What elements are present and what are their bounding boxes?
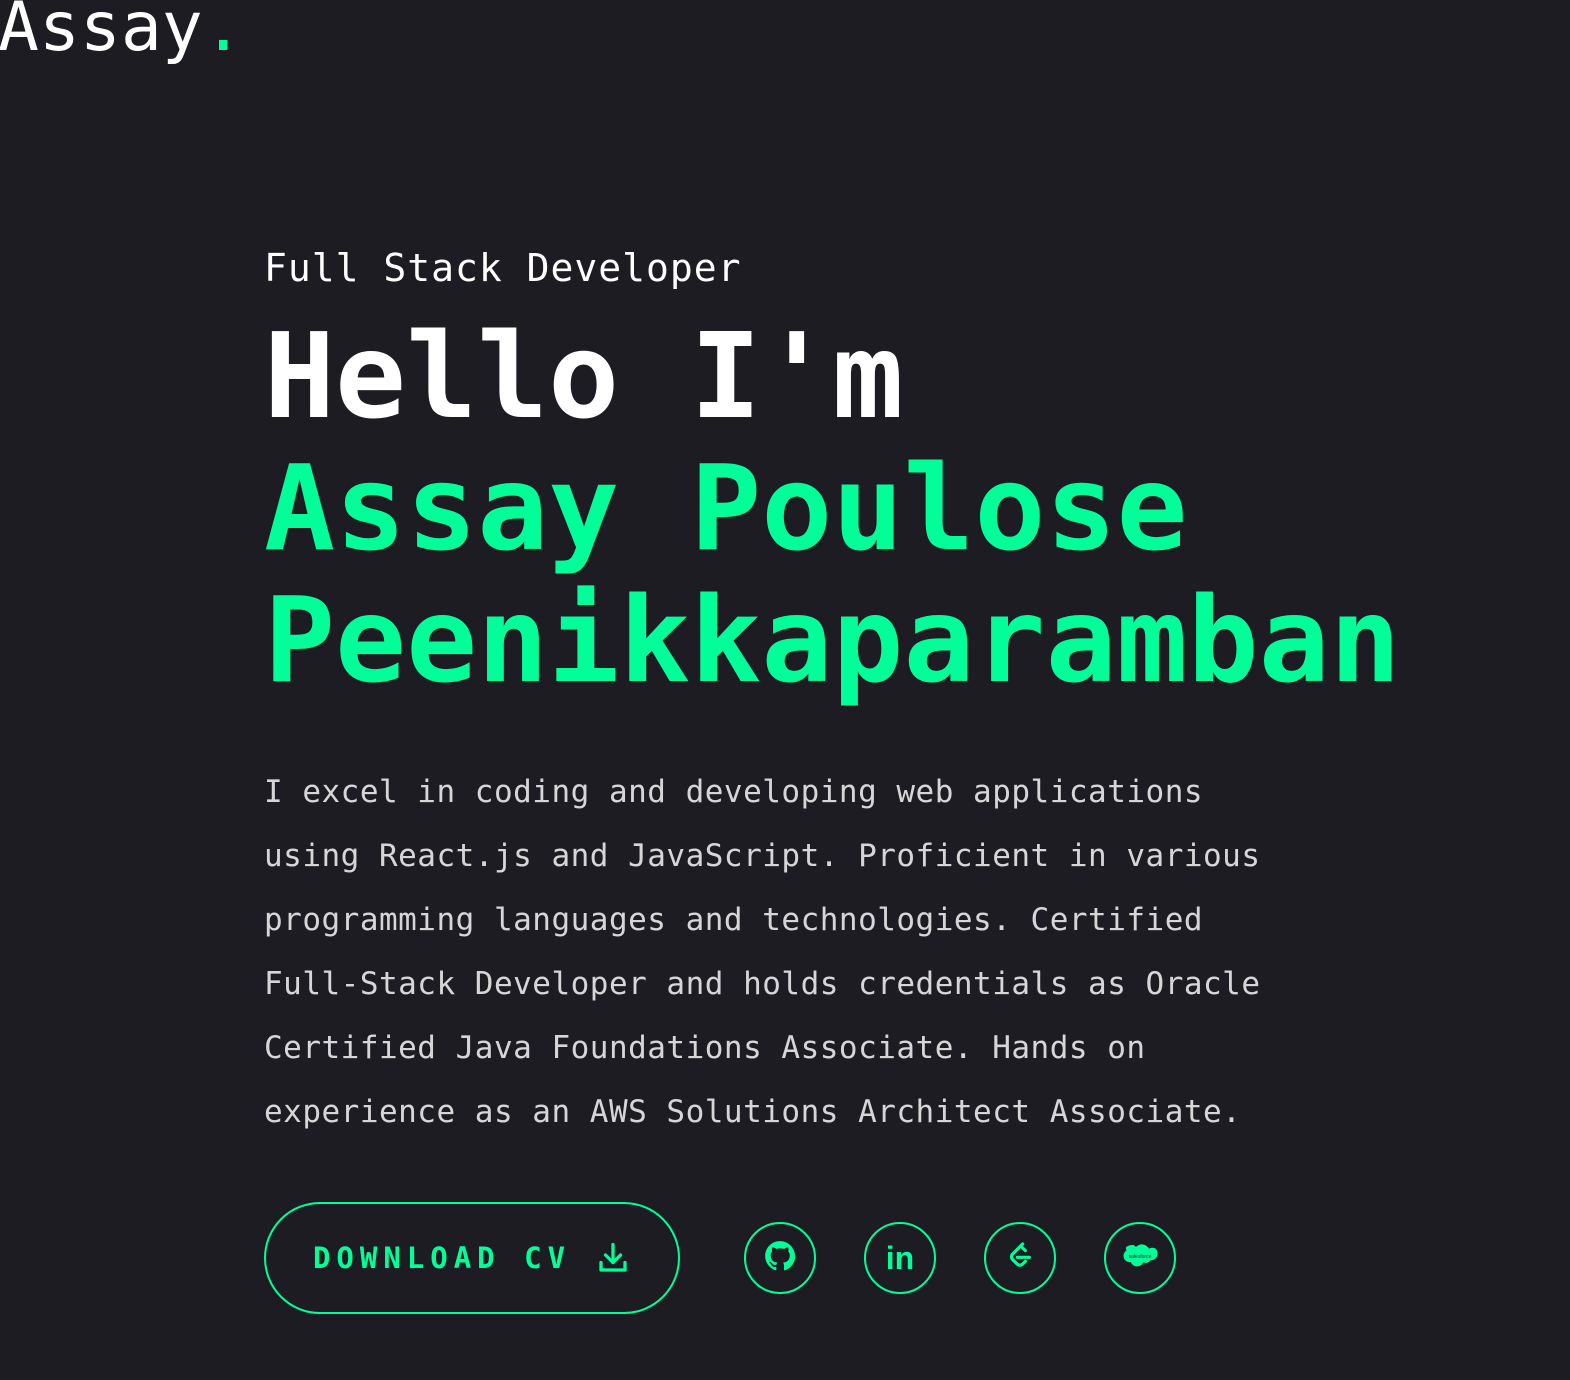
logo-text: Assay <box>0 0 203 67</box>
salesforce-link[interactable]: salesforce <box>1104 1222 1176 1294</box>
role-subtitle: Full Stack Developer <box>264 246 742 290</box>
logo-dot: . <box>202 0 244 67</box>
site-logo[interactable]: Assay. <box>0 0 244 62</box>
salesforce-wordmark: salesforce <box>1129 1254 1152 1260</box>
hero-description: I excel in coding and developing web app… <box>264 774 1261 1130</box>
download-cv-button[interactable]: Download CV <box>264 1202 680 1314</box>
name-line-1: Assay Poulose <box>264 439 1188 577</box>
leetcode-link[interactable] <box>984 1222 1056 1294</box>
salesforce-icon: salesforce <box>1122 1243 1158 1273</box>
linkedin-link[interactable]: in <box>864 1222 936 1294</box>
github-link[interactable] <box>744 1222 816 1294</box>
hero-actions: Download CV in <box>264 1202 1176 1314</box>
social-links: in salesforce <box>744 1222 1176 1294</box>
linkedin-icon: in <box>885 1240 915 1276</box>
greeting-text: Hello I'm <box>264 307 904 445</box>
leetcode-icon <box>1004 1240 1036 1276</box>
download-cv-label: Download CV <box>312 1241 572 1275</box>
download-icon <box>595 1240 631 1276</box>
hero-section: Full Stack Developer Hello I'm Assay Pou… <box>264 244 1544 1175</box>
github-icon <box>763 1239 797 1277</box>
name-line-2: Peenikkaparamban <box>264 571 1401 709</box>
hero-title: Hello I'm Assay Poulose Peenikkaparamban <box>264 310 1544 706</box>
